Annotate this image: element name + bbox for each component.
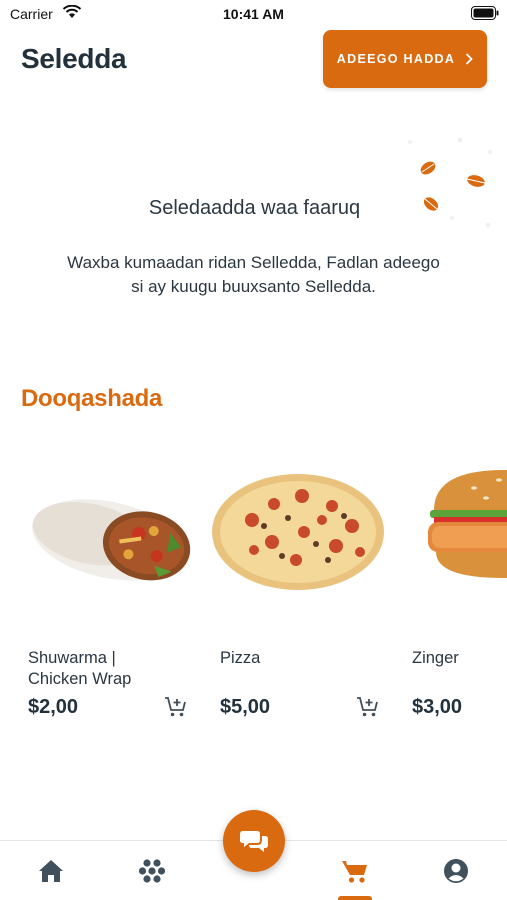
section-title: Dooqashada [21, 385, 163, 412]
nav-item-categories[interactable] [132, 855, 172, 887]
add-to-cart-icon[interactable] [356, 696, 380, 718]
battery-icon [471, 6, 499, 20]
empty-cart-message: Waxba kumaadan ridan Selledda, Fadlan ad… [67, 253, 440, 296]
product-name: Zinger [412, 649, 459, 667]
nav-item-home[interactable] [31, 855, 71, 887]
profile-icon [444, 859, 468, 883]
empty-cart-title: Seledaadda waa faaruq [148, 197, 361, 219]
chevron-right-icon [466, 53, 473, 65]
add-to-cart-icon[interactable] [164, 696, 188, 718]
product-name: Shuwarma | Chicken Wrap [28, 649, 132, 688]
product-name: Pizza [220, 649, 261, 667]
page-title: Seledda [21, 43, 127, 74]
nav-item-profile[interactable] [436, 855, 476, 887]
shawarma-wrap-image [32, 499, 191, 581]
order-now-button[interactable]: ADEEGO HADDA [323, 30, 487, 88]
zinger-burger-image [428, 470, 507, 578]
product-card[interactable]: Zinger $3,00 [404, 460, 507, 730]
chat-button[interactable] [223, 810, 285, 872]
leaves-decoration-icon [408, 137, 492, 228]
product-price: $3,00 [412, 696, 463, 718]
active-tab-indicator [338, 896, 372, 900]
product-price: $2,00 [28, 696, 79, 718]
pizza-image [212, 474, 384, 590]
product-card[interactable]: Pizza $5,00 [212, 460, 392, 730]
home-icon [39, 860, 63, 882]
nav-item-cart[interactable] [335, 855, 375, 887]
cart-icon [342, 861, 367, 883]
categories-icon [139, 859, 165, 883]
product-price: $5,00 [220, 696, 271, 718]
product-card[interactable]: Shuwarma | Chicken Wrap $2,00 [20, 460, 200, 730]
clock: 10:41 AM [223, 6, 284, 22]
chat-icon [240, 831, 268, 852]
order-now-label: ADEEGO HADDA [336, 52, 456, 66]
status-bar: Carrier 10:41 AM [0, 0, 507, 28]
